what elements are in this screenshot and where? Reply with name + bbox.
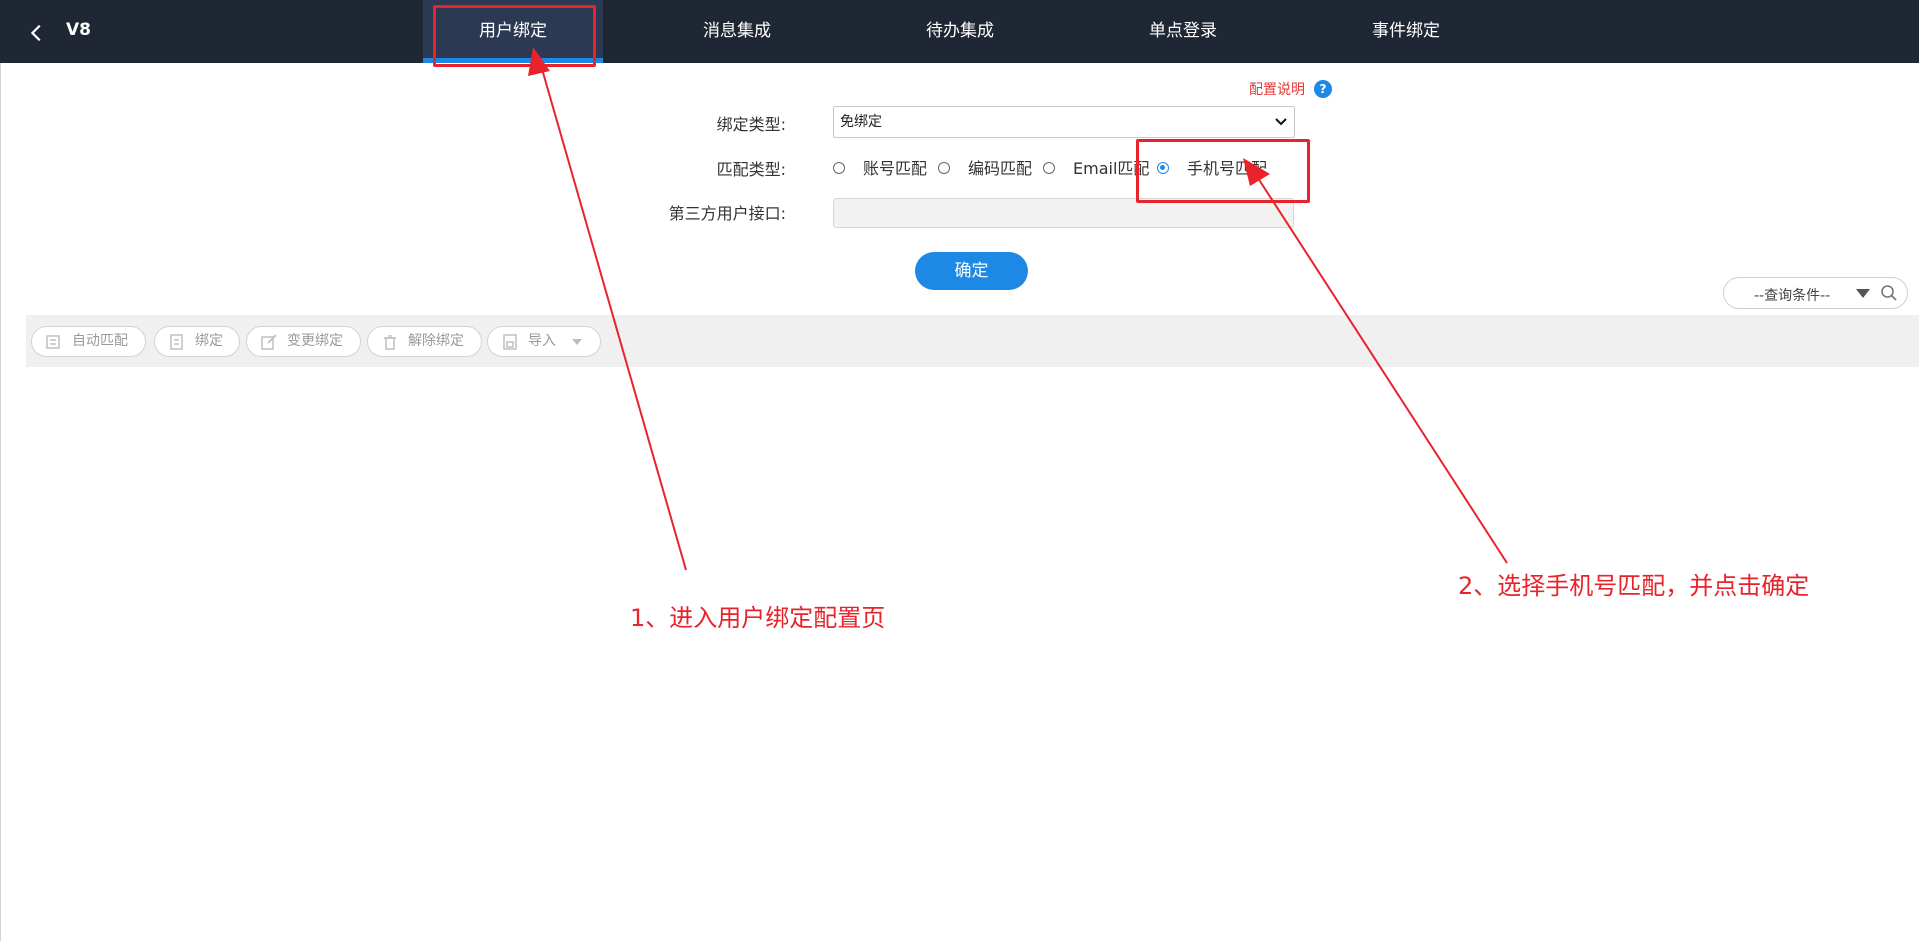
toolbar-button-label: 导入: [528, 333, 556, 349]
query-placeholder: --查询条件--: [1754, 288, 1831, 304]
match-type-label: 匹配类型:: [716, 160, 786, 179]
auto-match-button[interactable]: 自动匹配: [31, 326, 146, 357]
question-circle-icon[interactable]: ?: [1314, 80, 1332, 98]
annotation-step-2: 2、选择手机号匹配，并点击确定: [1458, 572, 1810, 600]
toolbar-button-label: 变更绑定: [287, 333, 343, 349]
toolbar-button-label: 自动匹配: [72, 333, 128, 349]
import-button[interactable]: 导入: [487, 326, 601, 357]
triangle-down-icon[interactable]: [1856, 289, 1870, 298]
bind-type-label: 绑定类型:: [716, 115, 786, 134]
annotation-highlight-radio: [1136, 139, 1310, 203]
radio-circle[interactable]: [938, 162, 950, 174]
tab-label: 单点登录: [1149, 21, 1217, 41]
dropdown-arrow-icon[interactable]: [572, 339, 582, 345]
annotation-step-1: 1、进入用户绑定配置页: [630, 604, 886, 632]
page-left-border: [0, 63, 1, 941]
confirm-button[interactable]: 确定: [915, 252, 1028, 290]
toolbar-button-label: 绑定: [195, 333, 223, 349]
radio-circle[interactable]: [1043, 162, 1055, 174]
config-help-link[interactable]: 配置说明: [1249, 79, 1305, 99]
bind-type-value: 免绑定: [840, 114, 882, 130]
radio-label: 编码匹配: [968, 159, 1033, 178]
annotation-highlight-tab: [433, 5, 596, 67]
tab-label: 事件绑定: [1372, 21, 1440, 41]
bind-button[interactable]: 绑定: [154, 326, 240, 357]
third-party-api-label: 第三方用户接口:: [668, 204, 786, 223]
auto-match-icon: [46, 335, 60, 349]
tab-single-sign-on[interactable]: 单点登录: [1093, 0, 1273, 63]
import-icon: [503, 334, 517, 350]
trash-icon: [384, 335, 396, 350]
unbind-button[interactable]: 解除绑定: [367, 326, 482, 357]
query-condition-select[interactable]: --查询条件--: [1723, 277, 1908, 309]
tab-label: 待办集成: [926, 21, 994, 41]
tab-todo-integration[interactable]: 待办集成: [870, 0, 1050, 63]
bind-type-select[interactable]: 免绑定: [833, 106, 1295, 138]
radio-label: 账号匹配: [863, 159, 928, 178]
top-nav-bar: V8 用户绑定 消息集成 待办集成 单点登录 事件绑定: [0, 0, 1919, 63]
chevron-left-icon: [30, 24, 41, 42]
toolbar-button-label: 解除绑定: [408, 333, 464, 349]
action-toolbar: 自动匹配 绑定 变更绑定 解除绑定 导入: [26, 315, 1919, 367]
annotation-arrows: [528, 47, 1508, 571]
edit-bind-icon: [261, 334, 277, 350]
app-title: V8: [66, 20, 91, 40]
change-binding-button[interactable]: 变更绑定: [246, 326, 361, 357]
radio-circle[interactable]: [833, 162, 845, 174]
tab-event-binding[interactable]: 事件绑定: [1316, 0, 1496, 63]
search-icon[interactable]: [1880, 284, 1898, 302]
tab-message-integration[interactable]: 消息集成: [647, 0, 827, 63]
bind-icon: [170, 334, 183, 350]
tab-label: 消息集成: [703, 21, 771, 41]
annotation-arrow-2: [1255, 174, 1508, 564]
back-button[interactable]: [22, 18, 52, 48]
